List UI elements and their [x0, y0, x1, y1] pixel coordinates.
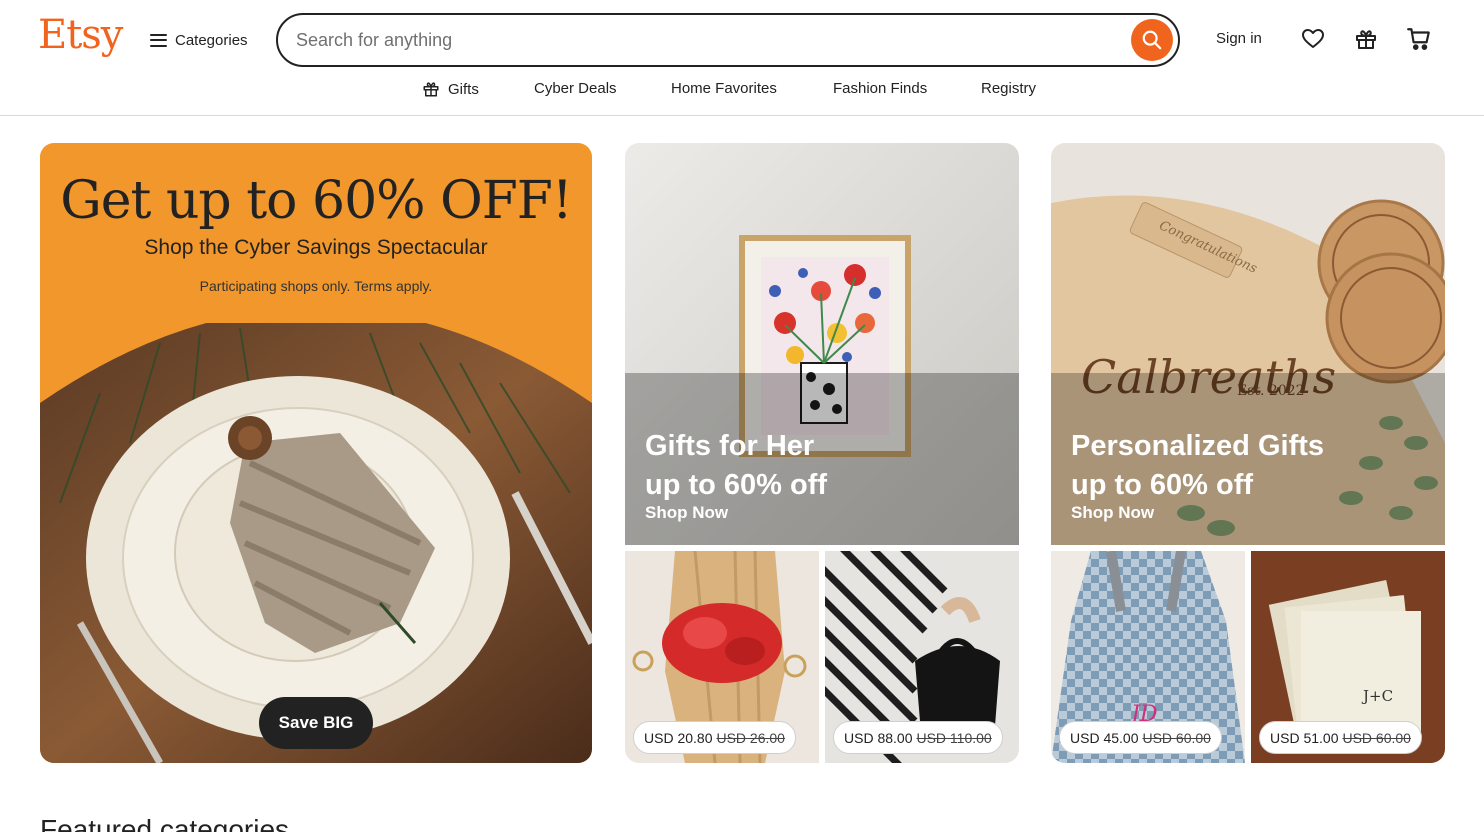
cart-button[interactable] [1404, 24, 1434, 54]
original-price: USD 60.00 [1342, 729, 1411, 746]
nav-cyber-deals[interactable]: Cyber Deals [534, 80, 617, 97]
shop-now-link[interactable]: Shop Now [645, 503, 728, 523]
price-tag: USD 45.00 USD 60.00 [1059, 721, 1222, 754]
search-bar [276, 13, 1180, 67]
svg-text:J+C: J+C [1361, 687, 1393, 705]
nav-home-favorites[interactable]: Home Favorites [671, 80, 777, 97]
sale-price: USD 45.00 [1070, 729, 1139, 746]
sign-in-link[interactable]: Sign in [1216, 30, 1262, 47]
nav-registry[interactable]: Registry [981, 80, 1036, 97]
product-tile-napkins[interactable]: J+C USD 51.00 USD 60.00 [1251, 551, 1445, 763]
gift-icon [1356, 30, 1376, 49]
hero-banner[interactable]: Get up to 60% OFF! Shop the Cyber Saving… [40, 143, 592, 763]
menu-icon [150, 33, 167, 47]
price-tag: USD 51.00 USD 60.00 [1259, 721, 1422, 754]
sale-price: USD 88.00 [844, 729, 913, 746]
search-icon [1142, 30, 1162, 50]
original-price: USD 110.00 [916, 729, 992, 746]
promo-title: Personalized Gifts up to 60% off [1071, 427, 1324, 505]
nav-gifts-label: Gifts [448, 80, 479, 98]
product-tile-bag[interactable]: USD 88.00 USD 110.00 [825, 551, 1019, 763]
favorites-button[interactable] [1298, 24, 1328, 54]
nav-gifts[interactable]: Gifts [422, 80, 479, 98]
promo-personalized-gifts[interactable]: Congratulations Calbreaths Est. 2022 Per… [1051, 143, 1445, 545]
hero-note: Participating shops only. Terms apply. [199, 278, 433, 294]
gift-icon [423, 82, 439, 97]
original-price: USD 60.00 [1142, 729, 1211, 746]
section-heading: Featured categories [40, 814, 290, 832]
nav-fashion-finds[interactable]: Fashion Finds [833, 80, 927, 97]
categories-button[interactable]: Categories [150, 26, 248, 54]
etsy-logo[interactable]: Etsy [38, 12, 123, 58]
hero-subtitle: Shop the Cyber Savings Spectacular [144, 236, 488, 259]
promo-line2: up to 60% off [645, 469, 828, 501]
product-tile-scrunchie[interactable]: USD 20.80 USD 26.00 [625, 551, 819, 763]
promo-line2: up to 60% off [1071, 469, 1254, 501]
promo-line1: Gifts for Her [645, 430, 815, 462]
categories-label: Categories [175, 31, 248, 49]
hero-title: Get up to 60% OFF! [60, 171, 573, 231]
sale-price: USD 51.00 [1270, 729, 1339, 746]
save-big-button[interactable]: Save BIG [259, 697, 373, 749]
promo-title: Gifts for Her up to 60% off [645, 427, 827, 505]
search-input[interactable] [296, 27, 1116, 53]
site-header: Etsy Categories Sign in [0, 0, 1484, 116]
gift-mode-button[interactable] [1351, 24, 1381, 54]
sale-price: USD 20.80 [644, 729, 713, 746]
heart-icon [1302, 29, 1324, 48]
search-button[interactable] [1131, 19, 1173, 61]
shop-now-link[interactable]: Shop Now [1071, 503, 1154, 523]
cart-icon [1407, 28, 1430, 50]
promo-line1: Personalized Gifts [1071, 430, 1325, 462]
original-price: USD 26.00 [716, 729, 785, 746]
price-tag: USD 88.00 USD 110.00 [833, 721, 1003, 754]
price-tag: USD 20.80 USD 26.00 [633, 721, 796, 754]
promo-gifts-for-her[interactable]: Gifts for Her up to 60% off Shop Now [625, 143, 1019, 545]
product-tile-apron[interactable]: JD USD 45.00 USD 60.00 [1051, 551, 1245, 763]
sub-navigation: Gifts Cyber Deals Home Favorites Fashion… [0, 78, 1484, 104]
